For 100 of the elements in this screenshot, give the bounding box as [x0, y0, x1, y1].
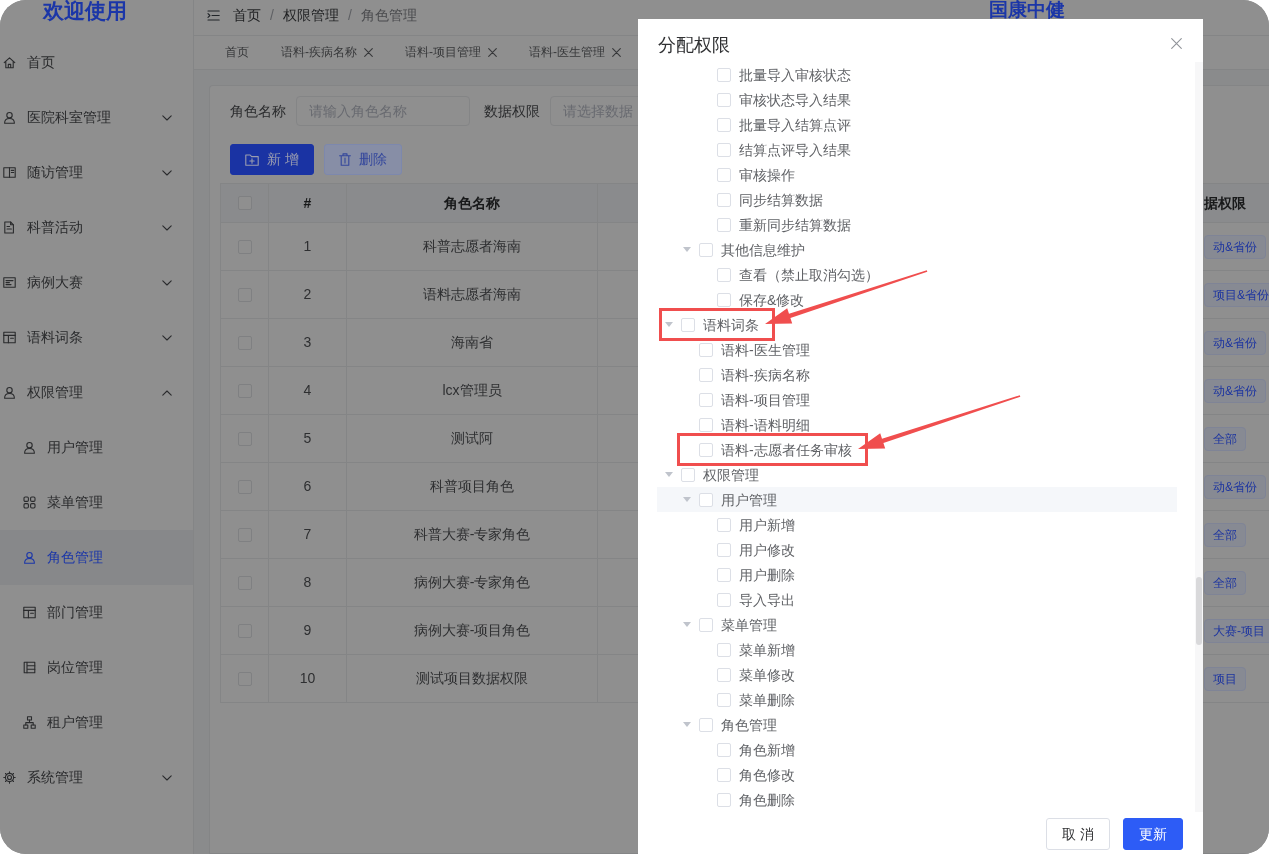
list-icon — [23, 661, 36, 674]
id-card-icon — [3, 276, 16, 289]
table-cell: 科普项目角色 — [430, 477, 514, 496]
tree-node-label[interactable]: 用户新增 — [739, 516, 795, 533]
field-label: 角色名称 — [230, 101, 286, 121]
table-cell: 2 — [303, 285, 312, 304]
menu-icon[interactable] — [207, 10, 220, 21]
table-cell: 8 — [303, 573, 312, 592]
sidebar-item[interactable]: 科普活动 — [0, 200, 193, 255]
tree-node-label[interactable]: 用户删除 — [739, 566, 795, 583]
sidebar-item[interactable]: 随访管理 — [0, 145, 193, 200]
tree-node-label[interactable]: 审核操作 — [739, 166, 795, 183]
close-icon[interactable] — [488, 48, 497, 57]
tab[interactable]: 语料-医生管理 — [513, 39, 637, 66]
tree-node-label[interactable]: 角色管理 — [721, 716, 777, 733]
tree-node-label[interactable]: 角色新增 — [739, 741, 795, 758]
sidebar-item[interactable]: 部门管理 — [0, 585, 193, 640]
tree-node-label[interactable]: 其他信息维护 — [721, 241, 805, 258]
tree-node-label[interactable]: 语料-医生管理 — [721, 341, 810, 358]
table-cell: 3 — [303, 333, 312, 352]
close-icon[interactable] — [364, 48, 373, 57]
column-header: 角色名称 — [444, 193, 500, 213]
sidebar-item[interactable]: 权限管理 — [0, 365, 193, 420]
add-button[interactable]: 新 增 — [230, 144, 314, 175]
column-header: # — [303, 193, 312, 213]
layout-icon — [3, 331, 16, 344]
tree-node-label[interactable]: 导入导出 — [739, 591, 795, 608]
caret-icon[interactable] — [683, 622, 691, 627]
tree-node-label[interactable]: 查看（禁止取消勾选） — [739, 266, 879, 283]
breadcrumb-separator: / — [270, 6, 274, 25]
tree-node-label[interactable]: 审核状态导入结果 — [739, 91, 851, 108]
tree-node-label[interactable]: 权限管理 — [703, 466, 759, 483]
sidebar-item[interactable]: 医院科室管理 — [0, 90, 193, 145]
trash-icon — [338, 153, 351, 166]
caret-icon[interactable] — [683, 722, 691, 727]
update-button[interactable]: 更新 — [1123, 818, 1183, 850]
logo-text: 欢迎使用 — [43, 0, 127, 22]
tree-node-label[interactable]: 语料-语料明细 — [721, 416, 810, 433]
tree-node-label[interactable]: 语料-志愿者任务审核 — [721, 441, 852, 458]
highlighted-row[interactable]: 用户管理 — [657, 487, 1177, 512]
breadcrumb-separator: / — [347, 6, 352, 25]
tree-node-label[interactable]: 批量导入审核状态 — [739, 66, 851, 83]
breadcrumb-link[interactable]: 权限管理 — [282, 6, 339, 25]
dialog-title: 分配权限 — [658, 34, 730, 57]
sidebar-item[interactable]: 语料词条 — [0, 310, 193, 365]
tab[interactable]: 语料-疾病名称 — [265, 39, 389, 66]
tab[interactable]: 首页 — [209, 39, 265, 66]
tree-node-label[interactable]: 菜单新增 — [739, 641, 795, 658]
tree-node-label[interactable]: 语料词条 — [703, 316, 759, 333]
table-cell: 病例大赛-项目角色 — [413, 621, 531, 640]
caret-icon[interactable] — [665, 472, 673, 477]
tree-node-label[interactable]: 角色删除 — [739, 791, 795, 808]
caret-icon[interactable] — [665, 322, 673, 327]
table-cell: 10 — [299, 669, 316, 688]
grid-icon — [23, 496, 36, 509]
scrollbar-thumb[interactable] — [1196, 577, 1202, 645]
scrollbar[interactable] — [1195, 62, 1203, 812]
permission-tag: 动&省份 — [1204, 330, 1266, 355]
close-icon[interactable] — [1171, 38, 1182, 49]
sitemap-icon — [23, 716, 36, 729]
cancel-button[interactable]: 取 消 — [1046, 818, 1110, 850]
permission-tag: 动&省份 — [1204, 234, 1266, 259]
sidebar-item[interactable]: 用户管理 — [0, 420, 193, 475]
tree-node-label[interactable]: 菜单修改 — [739, 666, 795, 683]
tree-node-label[interactable]: 批量导入结算点评 — [739, 116, 851, 133]
tab[interactable]: 语料-项目管理 — [389, 39, 513, 66]
field-label: 数据权限 — [484, 101, 540, 121]
folder-plus-icon — [245, 153, 259, 166]
sidebar-item[interactable]: 岗位管理 — [0, 640, 193, 695]
person-icon — [23, 441, 36, 454]
permission-tag: 动&省份 — [1204, 474, 1266, 499]
table-cell: 海南省 — [451, 333, 493, 352]
sidebar-item[interactable]: 租户管理 — [0, 695, 193, 750]
tree-node-label[interactable]: 语料-疾病名称 — [721, 366, 810, 383]
sidebar-item[interactable]: 病例大赛 — [0, 255, 193, 310]
tree-node-label[interactable]: 语料-项目管理 — [721, 391, 810, 408]
gear-icon — [3, 771, 16, 784]
tree-node-label[interactable]: 菜单删除 — [739, 691, 795, 708]
tree-node-label[interactable]: 同步结算数据 — [739, 191, 823, 208]
column-header: 据权限 — [1204, 193, 1246, 213]
breadcrumb-link[interactable]: 首页 — [233, 6, 261, 25]
tree-node-label[interactable]: 结算点评导入结果 — [739, 141, 851, 158]
tree-node-label[interactable]: 重新同步结算数据 — [739, 216, 851, 233]
table-cell: 科普志愿者海南 — [423, 237, 521, 256]
permission-tag: 项目 — [1204, 666, 1246, 691]
tree-node-label[interactable]: 保存&修改 — [739, 291, 805, 308]
caret-icon[interactable] — [683, 497, 691, 502]
tree-node-label[interactable]: 用户管理 — [721, 491, 777, 508]
panel-icon — [3, 166, 16, 179]
tree-node-label[interactable]: 菜单管理 — [721, 616, 777, 633]
sidebar-item[interactable]: 菜单管理 — [0, 475, 193, 530]
sidebar-item[interactable]: 首页 — [0, 35, 193, 90]
permission-tag: 全部 — [1204, 570, 1246, 595]
close-icon[interactable] — [612, 48, 621, 57]
sidebar-item[interactable]: 系统管理 — [0, 750, 193, 805]
tree-node-label[interactable]: 用户修改 — [739, 541, 795, 558]
permission-tag: 大赛-项目 — [1204, 618, 1269, 643]
caret-icon[interactable] — [683, 247, 691, 252]
table-cell: 9 — [303, 621, 312, 640]
tree-node-label[interactable]: 角色修改 — [739, 766, 795, 783]
